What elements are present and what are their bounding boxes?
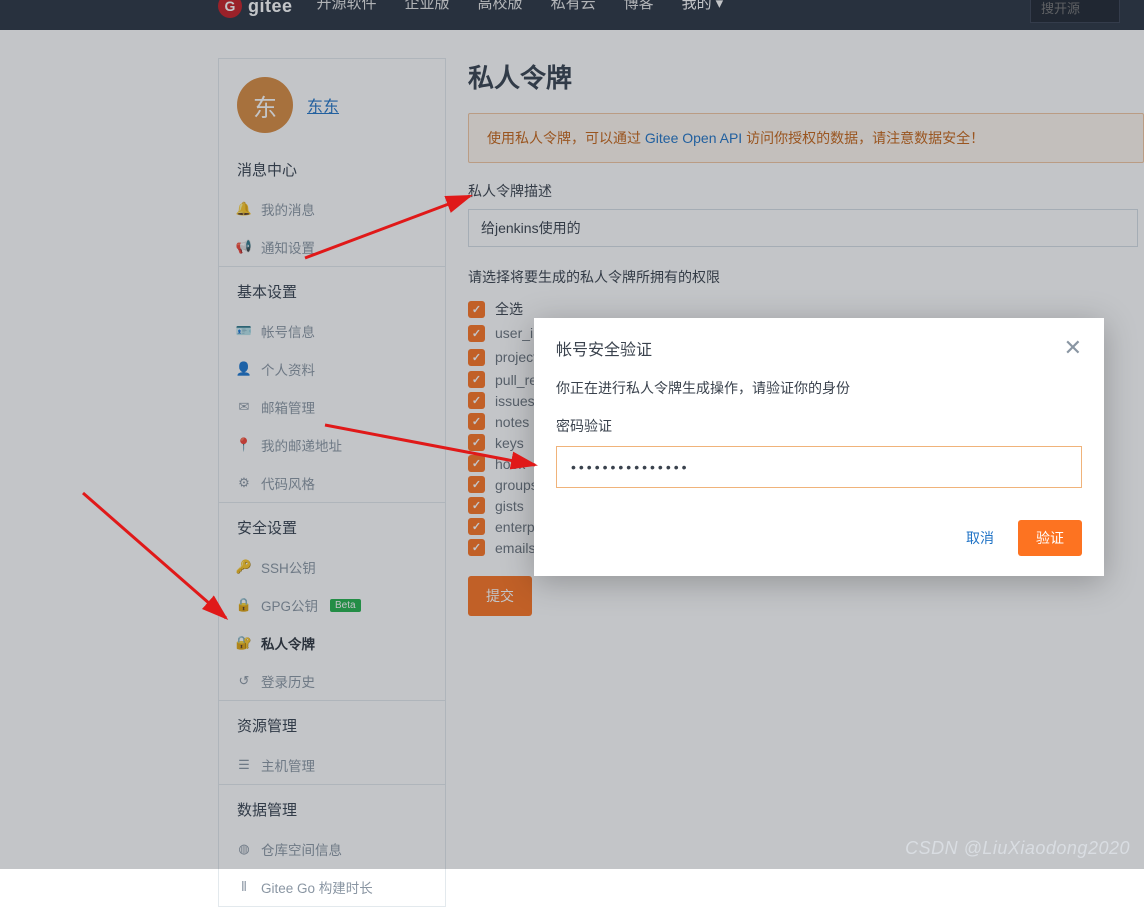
modal-title: 帐号安全验证 [556, 336, 652, 360]
verify-button[interactable]: 验证 [1018, 520, 1082, 556]
password-input[interactable] [556, 446, 1082, 488]
close-icon[interactable]: ✕ [1064, 337, 1082, 359]
modal-body: 你正在进行私人令牌生成操作，请验证你的身份 密码验证 [534, 370, 1104, 506]
cancel-button[interactable]: 取消 [966, 528, 994, 548]
password-label: 密码验证 [556, 416, 1082, 436]
sidebar-item[interactable]: ⫴ Gitee Go 构建时长 [219, 868, 445, 906]
modal-text: 你正在进行私人令牌生成操作，请验证你的身份 [556, 378, 1082, 398]
pipeline-icon: ⫴ [237, 879, 251, 895]
watermark: CSDN @LiuXiaodong2020 [905, 838, 1130, 859]
modal-footer: 取消 验证 [534, 506, 1104, 576]
sidebar-item-label: Gitee Go 构建时长 [261, 877, 373, 897]
security-modal: 帐号安全验证 ✕ 你正在进行私人令牌生成操作，请验证你的身份 密码验证 取消 验… [534, 318, 1104, 576]
modal-header: 帐号安全验证 ✕ [534, 318, 1104, 370]
